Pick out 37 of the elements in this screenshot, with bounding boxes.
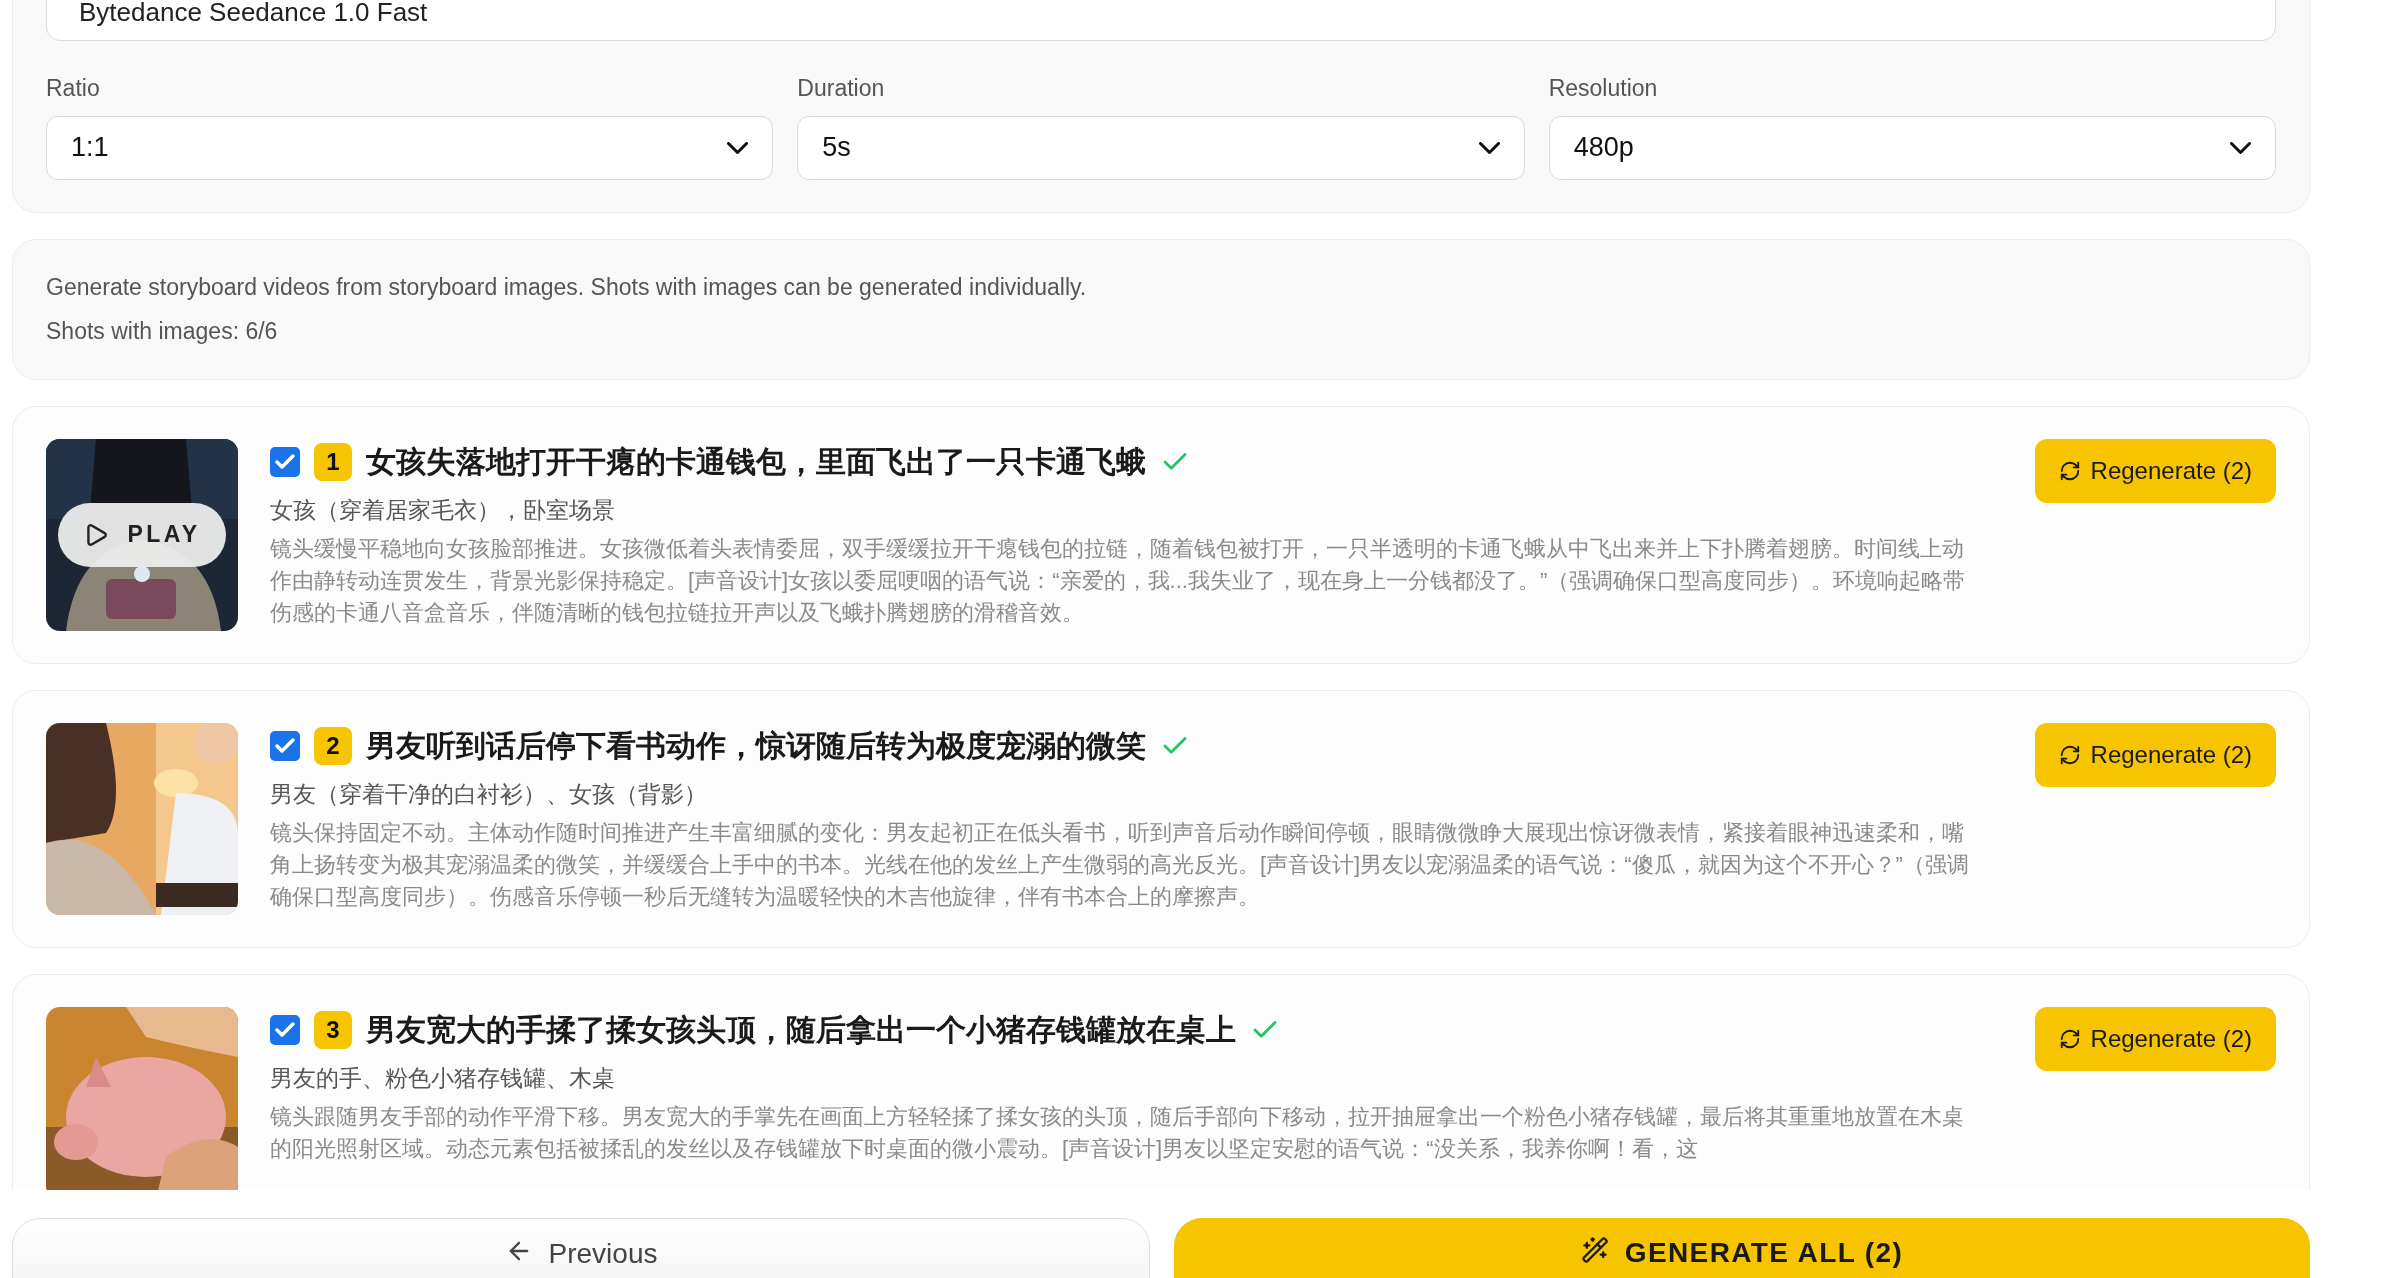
info-text: Generate storyboard videos from storyboard images. Shots with images can be generated individually.: [46, 272, 1088, 302]
shot-title: 女孩失落地打开干瘪的卡通钱包，里面飞出了一只卡通飞蛾: [366, 444, 1146, 480]
model-field[interactable]: Bytedance Seedance 1.0 Fast: [46, 0, 2276, 41]
magic-wand-icon: [1580, 1236, 1609, 1264]
refresh-icon: [2058, 743, 2081, 766]
shot-number-badge: 2: [314, 726, 352, 765]
play-button[interactable]: PLAY: [58, 502, 226, 567]
refresh-icon: [2058, 459, 2081, 482]
field-label: Duration: [797, 74, 886, 103]
shot-count: Shots with images: 6/6: [46, 317, 279, 346]
shot-number-badge: 1: [314, 442, 352, 481]
field-label: Ratio: [46, 74, 101, 103]
checkbox[interactable]: [270, 730, 300, 761]
regenerate-button[interactable]: Regenerate (2): [2034, 722, 2276, 787]
shot-description: 镜头保持固定不动。主体动作随时间推进产生丰富细腻的变化：男友起初正在低头看书，听到声音后动作瞬间停顿，眼睛微微睁大展现出惊讶微表情，紧接着眼神迅速柔和，嘴角上扬转变为极其宠溺温柔的微笑，并缓缓合上手中的书本。光线在他的发丝上产生微弱的高光反光。[声音设计]男友以宠溺温柔的语气说：“傻瓜，就因为这个不开心？”（强调确保口型高度同步）。伤感音乐停顿一秒后无缝转为温暖轻快的木吉他旋律，伴有书本合上的摩擦声。: [270, 818, 1970, 911]
shot-number-badge: 3: [314, 1010, 352, 1049]
shot-subtitle: 女孩（穿着居家毛衣），卧室场景: [270, 495, 616, 525]
shot-description: 镜头跟随男友手部的动作平滑下移。男友宽大的手掌先在画面上方轻轻揉了揉女孩的头顶，随后手部向下移动，拉开抽屉拿出一个粉色小猪存钱罐，最后将其重重地放置在木桌的阳光照射区域。动态元素包括被揉乱的发丝以及存钱罐放下时桌面的微小震动。[声音设计]男友以坚定安慰的语气说：“没关系，我养你啊！看，这: [270, 1102, 1965, 1163]
generate-all-button[interactable]: GENERATE ALL (2): [1174, 1218, 2310, 1278]
refresh-icon: [2058, 1027, 2081, 1050]
checkbox[interactable]: [270, 446, 300, 477]
shot-description: 镜头缓慢平稳地向女孩脸部推进。女孩微低着头表情委屈，双手缓缓拉开干瘪钱包的拉链，随着钱包被打开，一只半透明的卡通飞蛾从中飞出来并上下扑腾着翅膀。时间线上动作由静转动连贯发生，背景光影保持稳定。[声音设计]女孩以委屈哽咽的语气说：“亲爱的，我...我失业了，现在身上一分钱都没了。”（强调确保口型高度同步）。环境响起略带伤感的卡通八音盒音乐，伴随清晰的钱包拉链拉开声以及飞蛾扑腾翅膀的滑稽音效。: [270, 534, 1967, 627]
field-label: Resolution: [1548, 74, 1659, 103]
shot-subtitle: 男友的手、粉色小猪存钱罐、木桌: [270, 1063, 616, 1093]
checkbox[interactable]: [270, 1014, 300, 1045]
shot-title: 男友听到话后停下看书动作，惊讶随后转为极度宠溺的微笑: [366, 728, 1146, 764]
regenerate-button[interactable]: Regenerate (2): [2034, 438, 2276, 503]
chevron-down-icon: [1478, 141, 1500, 154]
select-field[interactable]: 480p: [1548, 115, 2276, 180]
shot-subtitle: 男友（穿着干净的白衬衫）、女孩（背影）: [270, 779, 708, 809]
chevron-down-icon: [727, 141, 749, 154]
select-field[interactable]: 1:1: [46, 115, 774, 180]
shot-title: 男友宽大的手揉了揉女孩头顶，随后拿出一个小猪存钱罐放在桌上: [366, 1012, 1236, 1048]
select-field[interactable]: 5s: [797, 115, 1525, 180]
regenerate-button[interactable]: Regenerate (2): [2034, 1006, 2276, 1071]
previous-button[interactable]: Previous: [12, 1218, 1150, 1278]
chevron-down-icon: [2230, 141, 2251, 154]
